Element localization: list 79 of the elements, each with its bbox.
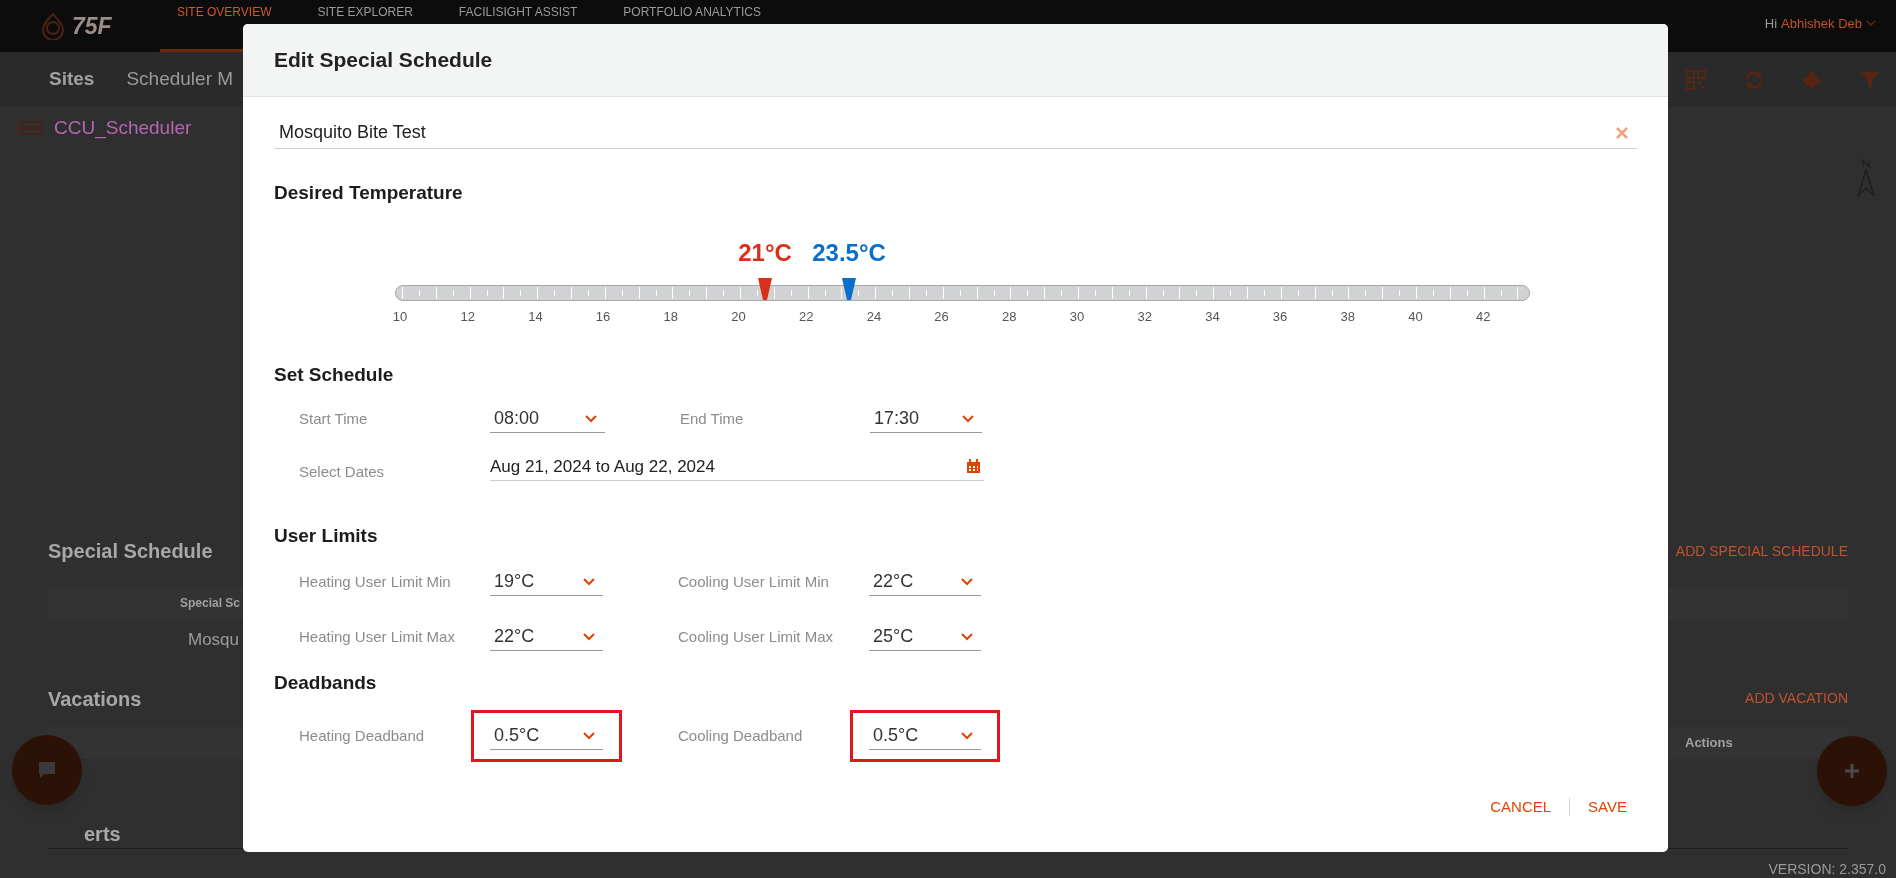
field-label: Cooling User Limit Max [678, 626, 835, 647]
scale-label: 32 [1137, 308, 1152, 326]
temperature-reading: 21°C [738, 238, 792, 268]
dropdown[interactable]: 19°C [490, 568, 603, 596]
field-label: Start Time [299, 408, 369, 429]
name-field[interactable]: Mosquito Bite Test [274, 117, 1637, 149]
caret-icon [1866, 20, 1876, 28]
user-name[interactable]: Abhishek Deb [1781, 14, 1862, 34]
slider-track[interactable] [395, 278, 1530, 301]
version-text: VERSION: 2.357.0 [1768, 860, 1886, 878]
plus-icon [1844, 763, 1860, 779]
chevron-icon [962, 414, 974, 423]
scale-label: 34 [1205, 308, 1220, 326]
section-title: Desired Temperature [274, 181, 463, 205]
save-button[interactable]: SAVE [1588, 796, 1627, 819]
slider-thumb[interactable] [758, 278, 772, 300]
refresh-icon [1744, 69, 1764, 90]
scale-label: 18 [663, 308, 679, 326]
breadcrumb-link[interactable]: CCU_Scheduler [54, 113, 192, 143]
chevron-icon [583, 632, 595, 641]
temperature-reading: 23.5°C [812, 238, 886, 268]
scale-label: 28 [1002, 308, 1017, 326]
dropdown[interactable]: 25°C [869, 623, 981, 651]
scale-label: 22 [798, 308, 814, 326]
tab[interactable]: Scheduler M [126, 65, 234, 94]
slider-thumb[interactable] [842, 278, 856, 300]
dropdown[interactable]: 0.5°C [869, 722, 981, 750]
flame-logo-icon [40, 12, 66, 41]
chevron-icon [961, 577, 973, 586]
section-title: User Limits [274, 524, 378, 548]
scale-label: 42 [1475, 308, 1491, 326]
table-cell-text: Mosqu [188, 629, 240, 651]
field-label: Heating User Limit Min [299, 571, 452, 592]
scale-label: 40 [1408, 308, 1423, 326]
date-field[interactable]: Aug 21, 2024 to Aug 22, 2024 [490, 453, 984, 481]
chevron-icon [583, 731, 595, 740]
dropdown[interactable]: 22°C [869, 568, 981, 596]
scale-label: 14 [528, 308, 543, 326]
scale-label: 26 [934, 308, 949, 326]
scale-label: 30 [1069, 308, 1085, 326]
section-title: Special Schedule [48, 539, 213, 564]
field-label: Heating User Limit Max [299, 626, 456, 647]
section-title: Set Schedule [274, 363, 394, 387]
dropdown[interactable]: 22°C [490, 623, 603, 651]
field-label: Cooling User Limit Min [678, 571, 830, 592]
field-label: End Time [680, 408, 745, 429]
cancel-button[interactable]: CANCEL [1490, 796, 1552, 819]
greeting-text: Hi [1764, 15, 1778, 33]
section-title: erts [84, 822, 121, 847]
page-title: Sites [49, 67, 95, 92]
column-header: Actions [1685, 733, 1733, 752]
dropdown[interactable]: 0.5°C [490, 722, 603, 750]
scale-label: 38 [1340, 308, 1356, 326]
chat-icon [37, 760, 57, 780]
grid-icon [1686, 69, 1706, 90]
scale-label: 24 [866, 308, 882, 326]
device-icon [18, 121, 42, 135]
scale-label: 16 [595, 308, 611, 326]
pin-icon [1802, 69, 1822, 90]
scale-label: 36 [1272, 308, 1288, 326]
field-label: Select Dates [299, 461, 386, 482]
dropdown[interactable]: 17:30 [870, 405, 982, 433]
scale-label: 10 [392, 308, 408, 326]
field-label: Heating Deadband [299, 725, 426, 746]
chevron-icon [961, 731, 973, 740]
chevron-icon [961, 632, 973, 641]
scale-label: 12 [460, 308, 475, 326]
section-title: Deadbands [274, 671, 377, 695]
calendar-icon [966, 459, 981, 474]
close-icon [1615, 125, 1629, 140]
section-title: Vacations [48, 686, 142, 712]
field-label: Cooling Deadband [678, 725, 804, 746]
chevron-icon [585, 414, 597, 423]
column-header: Special Sc [180, 595, 241, 612]
dropdown[interactable]: 08:00 [490, 405, 605, 433]
filter-icon [1860, 69, 1880, 90]
scale-label: 20 [731, 308, 746, 326]
logo-text: 75F [72, 12, 112, 41]
chevron-icon [583, 577, 595, 586]
